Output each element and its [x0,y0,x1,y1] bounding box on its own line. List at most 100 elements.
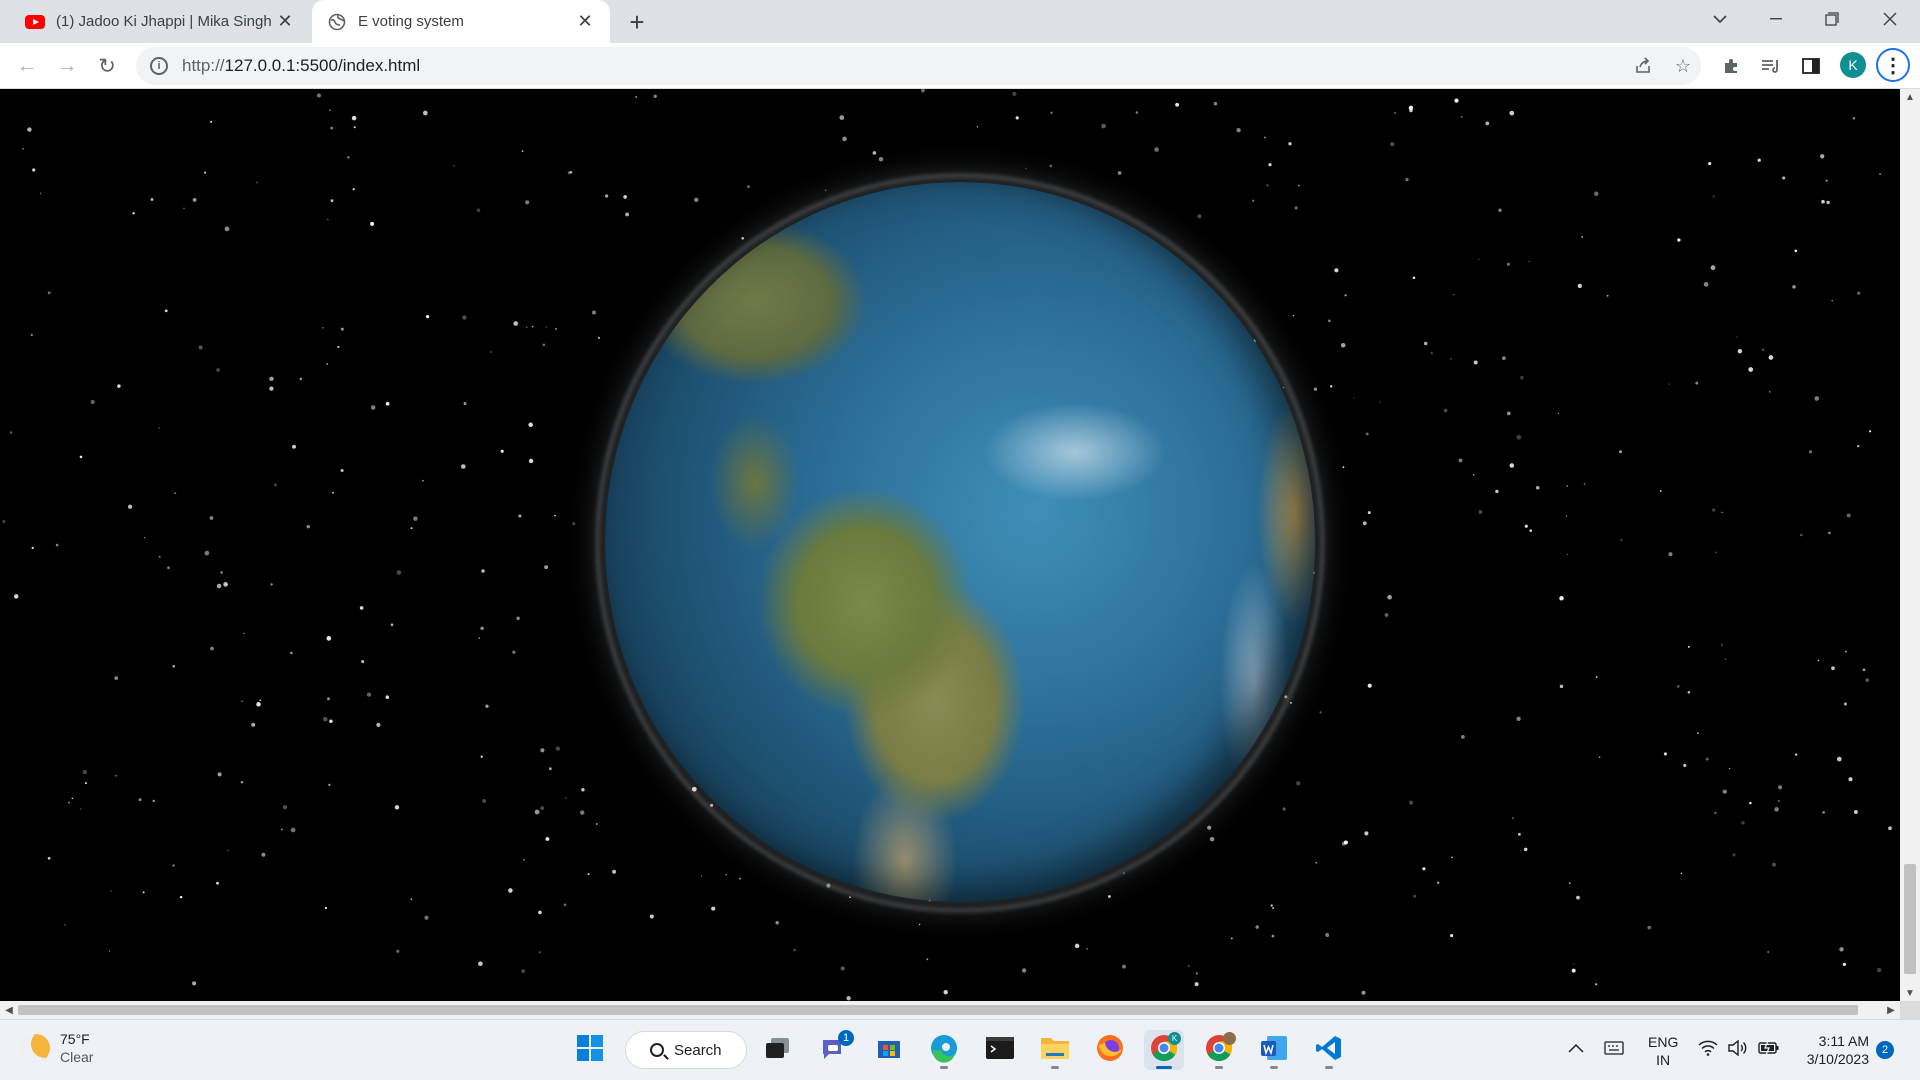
star [1367,511,1371,515]
star [68,801,70,804]
star [523,858,525,861]
show-hidden-icons-chevron-up-icon[interactable] [1568,1040,1584,1056]
star [490,351,493,353]
star [117,384,121,388]
youtube-icon [24,13,46,31]
star [1825,179,1828,182]
system-clock[interactable]: 3:11 AM 3/10/2023 [1795,1032,1869,1068]
back-arrow-icon[interactable]: ← [12,51,42,81]
star [542,343,546,347]
star [209,516,214,520]
url-text[interactable]: http://127.0.0.1:5500/index.html [182,56,420,76]
bookmark-star-icon[interactable]: ☆ [1668,51,1698,81]
star [1343,840,1348,845]
star [516,616,520,620]
side-panel-icon[interactable] [1796,51,1826,81]
star [604,194,609,198]
chrome-button-active[interactable]: K [1144,1030,1184,1070]
chrome-profile-button[interactable] [1199,1030,1239,1070]
star [174,492,177,495]
star [1583,483,1586,485]
task-view-button[interactable] [758,1030,798,1070]
star [1826,200,1830,205]
terminal-button[interactable] [980,1030,1020,1070]
star [1862,668,1866,672]
star [739,877,741,880]
star [251,722,256,727]
horizontal-scrollbar[interactable]: ◀ ▶ [0,1001,1900,1019]
scroll-right-arrow-icon[interactable]: ▶ [1882,1001,1900,1019]
star [1074,943,1080,949]
vertical-scrollbar[interactable]: ▲ ▼ [1900,89,1920,1001]
star [518,514,522,518]
star [1367,683,1372,688]
star [1344,294,1347,297]
address-bar[interactable]: i http://127.0.0.1:5500/index.html [136,47,1701,85]
restore-button[interactable] [1804,0,1860,38]
star [943,989,948,995]
notification-badge[interactable]: 2 [1876,1041,1894,1059]
share-icon[interactable] [1628,51,1658,81]
minimize-button[interactable] [1748,0,1804,38]
star [1175,102,1180,107]
volume-icon[interactable] [1728,1039,1748,1059]
weather-condition: Clear [60,1049,94,1065]
language-indicator[interactable]: ENG IN [1648,1033,1678,1069]
vscode-button[interactable] [1309,1030,1349,1070]
star [521,150,524,152]
star [327,697,330,701]
star [1342,466,1345,469]
star [1117,171,1122,175]
extensions-icon[interactable] [1716,51,1746,81]
star [595,823,598,825]
star [1473,360,1478,365]
star [1194,982,1199,987]
chrome-menu-kebab-icon[interactable]: ⋮ [1876,48,1910,82]
weather-widget[interactable]: 75°F Clear [22,1030,93,1066]
horizontal-scroll-thumb[interactable] [18,1005,1858,1015]
close-icon[interactable]: ✕ [574,11,596,33]
media-control-icon[interactable] [1756,51,1786,81]
site-info-icon[interactable]: i [150,57,168,75]
star [1361,990,1366,995]
close-icon[interactable]: ✕ [274,11,296,33]
profile-avatar-badge [1223,1032,1236,1045]
star [1325,933,1330,937]
wifi-icon[interactable] [1698,1040,1718,1059]
star [1364,831,1369,836]
star [82,769,88,775]
edge-button[interactable] [924,1030,964,1070]
start-button[interactable] [570,1030,610,1070]
star [1390,142,1395,147]
tab-e-voting[interactable]: E voting system ✕ [312,0,610,43]
taskbar-search[interactable]: Search [625,1031,747,1069]
star [1319,711,1322,714]
star [1619,450,1622,454]
forward-arrow-icon[interactable]: → [52,51,82,81]
battery-charging-icon[interactable] [1758,1040,1780,1059]
tab-search-chevron-down-icon[interactable] [1692,0,1748,38]
scroll-up-arrow-icon[interactable]: ▲ [1900,89,1920,105]
profile-avatar[interactable]: K [1840,52,1866,78]
reload-icon[interactable]: ↻ [92,51,122,81]
star [340,327,344,331]
close-window-button[interactable] [1862,0,1918,38]
star [64,923,66,926]
teams-chat-button[interactable]: 1 [814,1030,854,1070]
star [425,314,430,319]
keyboard-icon[interactable] [1604,1041,1624,1058]
star [224,226,230,232]
scroll-left-arrow-icon[interactable]: ◀ [0,1001,18,1019]
new-tab-button[interactable]: + [622,7,652,37]
microsoft-store-button[interactable] [869,1030,909,1070]
firefox-button[interactable] [1090,1030,1130,1070]
scroll-down-arrow-icon[interactable]: ▼ [1900,985,1920,1001]
word-button[interactable] [1254,1030,1294,1070]
vscode-icon [1315,1034,1343,1067]
tab-youtube[interactable]: (1) Jadoo Ki Jhappi | Mika Singh | ✕ [10,0,310,43]
file-explorer-button[interactable] [1035,1030,1075,1070]
vertical-scroll-thumb[interactable] [1904,864,1916,974]
star [846,996,851,1001]
earth-globe[interactable] [605,182,1315,902]
star [1213,101,1218,106]
